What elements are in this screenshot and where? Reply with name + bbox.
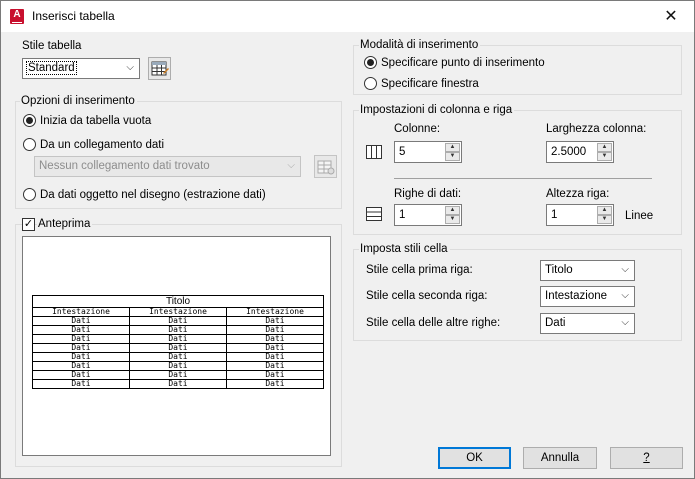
cancel-button[interactable]: Annulla (523, 447, 597, 469)
chevron-down-icon: ⌵ (621, 290, 629, 301)
columns-label: Colonne: (394, 123, 441, 135)
preview-pane: Titolo Intestazione Intestazione Intesta… (22, 236, 331, 456)
preview-data-row: Dati Dati Dati (32, 379, 324, 389)
second-row-style-label: Stile cella seconda riga: (366, 290, 488, 302)
autocad-app-icon: A (10, 9, 24, 24)
columns-icon (366, 145, 382, 159)
table-style-dialog-button[interactable] (148, 57, 171, 80)
spin-up-icon[interactable]: ▲ (445, 143, 460, 152)
insert-table-dialog: A Inserisci tabella ✕ Stile tabella Stan… (0, 0, 695, 479)
spin-down-icon[interactable]: ▼ (597, 215, 612, 224)
preview-checkbox[interactable]: ✓ (22, 218, 35, 231)
spin-up-icon[interactable]: ▲ (597, 206, 612, 215)
row-height-value: 1 (551, 209, 558, 221)
table-style-label: Stile tabella (22, 40, 82, 52)
data-rows-label: Righe di dati: (394, 188, 462, 200)
second-row-style-combo[interactable]: Intestazione ⌵ (540, 286, 635, 307)
row-height-label: Altezza riga: (546, 188, 610, 200)
other-rows-style-value: Dati (545, 317, 566, 329)
data-rows-value: 1 (399, 209, 406, 221)
chevron-down-icon: ⌵ (287, 160, 295, 171)
preview-title-cell: Titolo (32, 295, 324, 308)
data-link-label: Da un collegamento dati (40, 139, 165, 151)
preview-data-cell: Dati (226, 379, 324, 389)
first-row-style-label: Stile cella prima riga: (366, 264, 473, 276)
row-height-unit: Linee (625, 210, 654, 222)
row-height-spinner[interactable]: ▲ ▼ (597, 206, 612, 224)
data-extraction-radio[interactable] (23, 188, 36, 201)
help-button[interactable]: ? (610, 447, 683, 469)
spin-down-icon[interactable]: ▼ (445, 152, 460, 161)
preview-label: Anteprima (37, 218, 93, 231)
insert-point-radio[interactable] (364, 56, 377, 69)
chevron-down-icon: ⌵ (126, 62, 134, 73)
insert-options-label: Opzioni di inserimento (20, 95, 137, 108)
second-row-style-value: Intestazione (545, 290, 608, 302)
insert-mode-label: Modalità di inserimento (359, 39, 481, 52)
columns-value: 5 (399, 146, 406, 158)
help-button-label: ? (643, 452, 650, 464)
other-rows-style-label: Stile cella delle altre righe: (366, 317, 501, 329)
table-style-icon (151, 61, 169, 76)
preview-data-cell: Dati (32, 379, 130, 389)
separator-line (394, 178, 652, 179)
window-title: Inserisci tabella (32, 9, 115, 23)
spin-down-icon[interactable]: ▼ (445, 215, 460, 224)
table-style-combo[interactable]: Standard ⌵ (22, 58, 140, 79)
title-bar: A Inserisci tabella ✕ (1, 1, 694, 32)
spin-up-icon[interactable]: ▲ (445, 206, 460, 215)
first-row-style-combo[interactable]: Titolo ⌵ (540, 260, 635, 281)
data-link-manager-button[interactable] (314, 155, 337, 178)
rows-icon (366, 207, 382, 221)
column-width-spinner[interactable]: ▲ ▼ (597, 143, 612, 161)
ok-button[interactable]: OK (438, 447, 511, 469)
column-width-input[interactable]: 2.5000 ▲ ▼ (546, 141, 614, 163)
first-row-style-value: Titolo (545, 264, 573, 276)
insert-window-radio[interactable] (364, 77, 377, 90)
data-link-combo[interactable]: Nessun collegamento dati trovato ⌵ (34, 156, 301, 177)
insert-window-label: Specificare finestra (381, 78, 479, 90)
cell-styles-label: Imposta stili cella (359, 243, 450, 256)
data-rows-input[interactable]: 1 ▲ ▼ (394, 204, 462, 226)
data-rows-spinner[interactable]: ▲ ▼ (445, 206, 460, 224)
empty-table-radio[interactable] (23, 114, 36, 127)
data-link-icon (317, 160, 335, 175)
data-link-radio[interactable] (23, 138, 36, 151)
insert-point-label: Specificare punto di inserimento (381, 57, 545, 69)
column-width-value: 2.5000 (551, 146, 587, 158)
data-link-value: Nessun collegamento dati trovato (39, 160, 210, 172)
row-height-input[interactable]: 1 ▲ ▼ (546, 204, 614, 226)
preview-table: Titolo Intestazione Intestazione Intesta… (32, 295, 324, 389)
preview-data-cell: Dati (129, 379, 227, 389)
spin-up-icon[interactable]: ▲ (597, 143, 612, 152)
chevron-down-icon: ⌵ (621, 317, 629, 328)
columns-input[interactable]: 5 ▲ ▼ (394, 141, 462, 163)
other-rows-style-combo[interactable]: Dati ⌵ (540, 313, 635, 334)
empty-table-label: Inizia da tabella vuota (40, 115, 152, 127)
column-row-label: Impostazioni di colonna e riga (359, 104, 515, 117)
spin-down-icon[interactable]: ▼ (597, 152, 612, 161)
table-style-value: Standard (26, 61, 77, 75)
column-width-label: Larghezza colonna: (546, 123, 647, 135)
chevron-down-icon: ⌵ (621, 264, 629, 275)
columns-spinner[interactable]: ▲ ▼ (445, 143, 460, 161)
close-button[interactable]: ✕ (648, 1, 694, 32)
data-extraction-label: Da dati oggetto nel disegno (estrazione … (40, 189, 266, 201)
